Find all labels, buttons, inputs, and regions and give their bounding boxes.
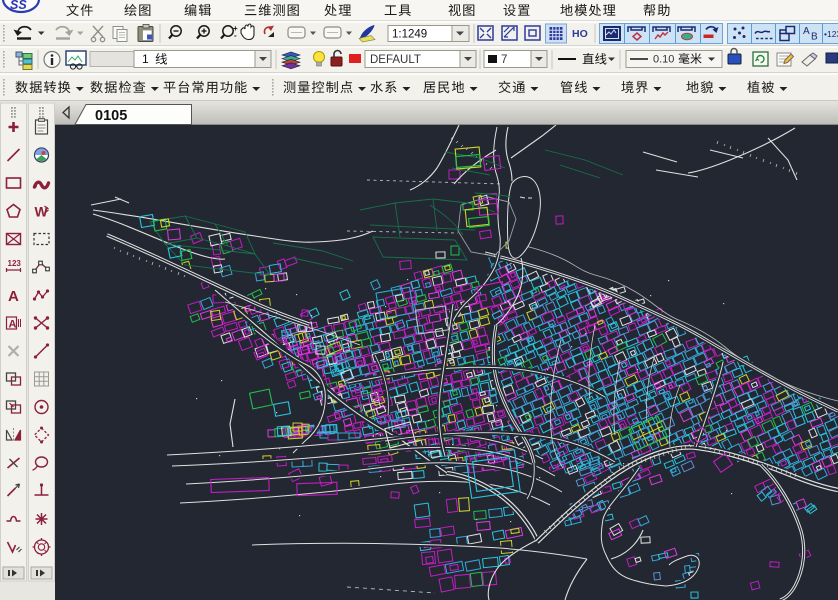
svg-text:7: 7 bbox=[501, 54, 507, 66]
svg-text:1: 1 bbox=[142, 52, 149, 66]
svg-text:SS: SS bbox=[10, 0, 27, 12]
svg-text:-: - bbox=[234, 31, 237, 40]
svg-text:123: 123 bbox=[8, 259, 22, 268]
svg-text:DEFAULT: DEFAULT bbox=[370, 54, 421, 66]
svg-text:B: B bbox=[811, 32, 818, 43]
svg-text:HO: HO bbox=[572, 28, 588, 40]
svg-text:A: A bbox=[8, 288, 19, 305]
svg-text:A: A bbox=[9, 319, 17, 331]
svg-text:•123: •123 bbox=[824, 29, 838, 39]
svg-text:1:1249: 1:1249 bbox=[392, 29, 427, 41]
svg-text:0105: 0105 bbox=[95, 108, 127, 124]
svg-text:A: A bbox=[803, 26, 810, 37]
svg-text:0.10: 0.10 bbox=[653, 54, 674, 66]
